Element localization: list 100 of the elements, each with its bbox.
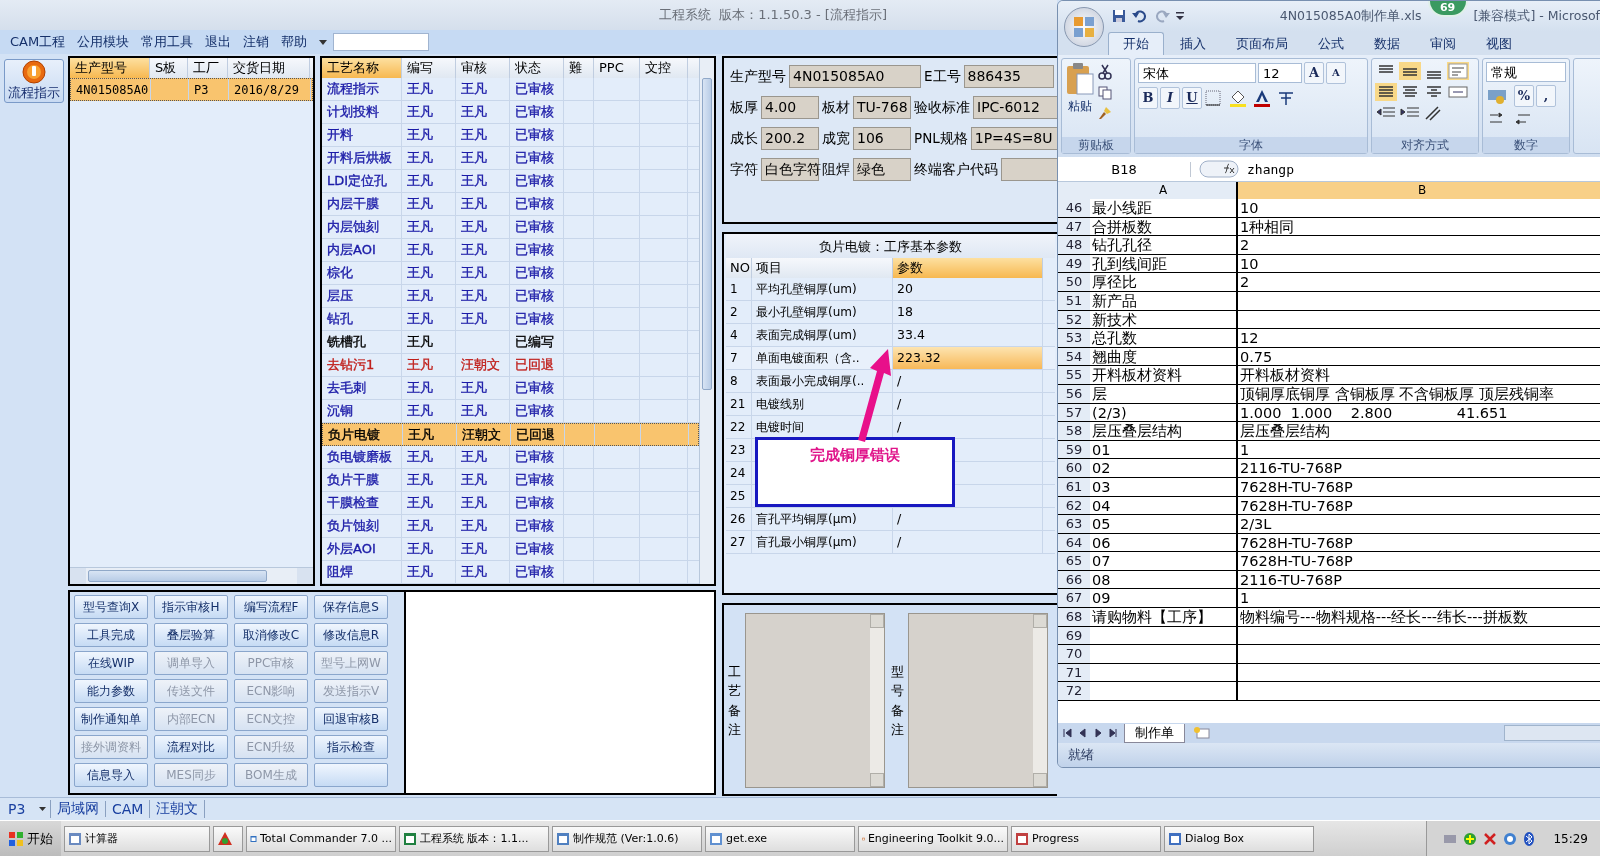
action-button[interactable]: 工具完成 (74, 623, 148, 647)
table-row[interactable]: 1 平均孔壁铜厚(um) 20 (726, 278, 1055, 301)
action-button[interactable]: 流程对比 (154, 735, 228, 759)
taskbar-item[interactable]: get.exe (705, 825, 855, 852)
action-button[interactable]: 叠层验算 (154, 623, 228, 647)
table-row[interactable]: 阻焊 王凡 王凡 已审核 (322, 561, 699, 584)
tray-icon[interactable] (1463, 831, 1478, 846)
row-header[interactable]: 63 (1058, 515, 1090, 533)
table-row[interactable]: 流程指示 王凡 王凡 已审核 (322, 78, 699, 101)
input-field[interactable]: IPC-6012 (973, 96, 1057, 119)
taskbar-item[interactable]: Engineering Toolkit 9.0... (858, 825, 1008, 852)
action-button[interactable]: 型号查询X (74, 595, 148, 619)
number-format-field[interactable]: 常规 (1486, 62, 1566, 82)
column-header[interactable]: 编写 (402, 58, 456, 78)
brush-icon[interactable] (1098, 106, 1112, 120)
menu-item[interactable]: 常用工具 (135, 33, 200, 51)
horizontal-scrollbar[interactable] (1504, 725, 1600, 741)
action-button[interactable]: 在线WIP (74, 651, 148, 675)
table-row[interactable]: 27 盲孔最小铜厚(μm) / (726, 531, 1055, 554)
font-name-field[interactable]: 宋体 (1138, 63, 1256, 83)
cut-icon[interactable] (1098, 64, 1112, 80)
ribbon-tab[interactable]: 数据 (1360, 33, 1414, 55)
menu-item[interactable]: 注销 (237, 33, 276, 51)
column-header[interactable]: 参数 (893, 258, 1043, 278)
side-button[interactable]: 流程指示 (4, 59, 64, 103)
formula-field[interactable]: zhangp (1247, 161, 1294, 177)
row-header[interactable]: 50 (1058, 273, 1090, 291)
function-icon[interactable] (1199, 160, 1239, 178)
row-header[interactable]: 65 (1058, 552, 1090, 570)
taskbar-item[interactable]: Dialog Box (1164, 825, 1314, 852)
ribbon-tab[interactable]: 审阅 (1416, 33, 1470, 55)
table-row[interactable]: 铣槽孔 王凡 已编写 (322, 331, 699, 354)
ribbon-tab[interactable]: 视图 (1472, 33, 1526, 55)
taskbar-item[interactable]: Total Commander 7.0 ... (246, 825, 396, 852)
column-header[interactable]: B (1238, 182, 1600, 199)
row-header[interactable]: 48 (1058, 236, 1090, 254)
input-field[interactable]: 200.2 (761, 127, 819, 150)
row-header[interactable]: 60 (1058, 459, 1090, 477)
action-button[interactable]: 制作通知单 (74, 707, 148, 731)
action-button[interactable]: 能力参数 (74, 679, 148, 703)
remark-field[interactable] (908, 613, 1048, 788)
menu-item[interactable]: 退出 (199, 33, 238, 51)
column-header[interactable]: 状态 (510, 58, 564, 78)
action-button[interactable]: 指示检查 (314, 735, 388, 759)
align-icon[interactable] (1375, 83, 1397, 101)
number-button[interactable]: , (1536, 85, 1556, 107)
table-row[interactable]: 去毛刺 王凡 王凡 已审核 (322, 377, 699, 400)
row-header[interactable]: 70 (1058, 645, 1090, 663)
tray-icon[interactable] (1503, 831, 1518, 846)
table-row[interactable]: 负片干膜 王凡 王凡 已审核 (322, 469, 699, 492)
input-field[interactable]: 4N015085A0 (789, 65, 921, 88)
menu-item[interactable]: 帮助 (275, 33, 314, 51)
ribbon-tab[interactable]: 开始 (1108, 32, 1164, 55)
taskbar-item[interactable] (213, 825, 243, 852)
action-button[interactable]: 回退审核B (314, 707, 388, 731)
action-button[interactable]: 取消修改C (234, 623, 308, 647)
input-field[interactable]: 106 (853, 127, 911, 150)
table-row[interactable]: 钻孔 王凡 王凡 已审核 (322, 308, 699, 331)
table-row[interactable]: 负电镀磨板 王凡 王凡 已审核 (322, 446, 699, 469)
name-box[interactable]: B18 (1058, 161, 1191, 177)
table-row[interactable]: 干膜检查 王凡 王凡 已审核 (322, 492, 699, 515)
vertical-scrollbar[interactable] (699, 58, 714, 584)
row-header[interactable]: 72 (1058, 682, 1090, 701)
column-header[interactable]: 审核 (456, 58, 510, 78)
column-header[interactable]: NO (726, 258, 752, 278)
menu-item[interactable]: CAM工程 (4, 33, 72, 51)
table-row[interactable]: 内层蚀刻 王凡 王凡 已审核 (322, 216, 699, 239)
start-button[interactable]: 开始 (0, 821, 61, 856)
table-row[interactable]: 去钻污1 王凡 汪朝文 已回退 (322, 354, 699, 377)
input-field[interactable]: 绿色 (853, 158, 911, 181)
row-header[interactable]: 58 (1058, 422, 1090, 440)
action-button[interactable]: 信息导入 (74, 763, 148, 787)
row-header[interactable]: 67 (1058, 589, 1090, 608)
taskbar-item[interactable]: Progress (1011, 825, 1161, 852)
input-field[interactable]: 4.00 (761, 96, 819, 119)
sheet-tab[interactable]: 制作单 (1124, 723, 1185, 743)
input-field[interactable]: 886435 (963, 65, 1054, 88)
row-header[interactable]: 46 (1058, 199, 1090, 217)
sheet-navigation-icon[interactable] (1062, 727, 1118, 739)
style-button[interactable]: I (1160, 87, 1180, 109)
office-logo-icon[interactable] (1071, 14, 1097, 40)
table-row[interactable]: 计划投料 王凡 王凡 已审核 (322, 101, 699, 124)
table-row[interactable]: 内层AOI 王凡 王凡 已审核 (322, 239, 699, 262)
table-row[interactable]: 外层AOI 王凡 王凡 已审核 (322, 538, 699, 561)
ribbon-tab[interactable]: 页面布局 (1222, 33, 1302, 55)
paste-button[interactable]: 粘贴 (1065, 62, 1095, 134)
table-row[interactable]: 内层干膜 王凡 王凡 已审核 (322, 193, 699, 216)
column-header[interactable]: 難 (564, 58, 594, 78)
input-field[interactable] (1001, 158, 1057, 181)
table-row[interactable]: 负片蚀刻 王凡 王凡 已审核 (322, 515, 699, 538)
action-button[interactable]: 指示审核H (154, 595, 228, 619)
table-row[interactable]: 开料 王凡 王凡 已审核 (322, 124, 699, 147)
taskbar-item[interactable]: 计算器 (64, 825, 210, 852)
number-button[interactable]: % (1514, 85, 1534, 107)
align-icon[interactable] (1399, 62, 1421, 80)
undo-icon[interactable] (1132, 9, 1148, 23)
table-row[interactable]: 7 单面电镀面积（含.. 223.32 (726, 347, 1055, 370)
factory-dropdown[interactable]: P3 (0, 801, 50, 817)
column-header[interactable]: 工艺名称 (322, 58, 402, 78)
style-button[interactable]: U (1182, 87, 1202, 109)
